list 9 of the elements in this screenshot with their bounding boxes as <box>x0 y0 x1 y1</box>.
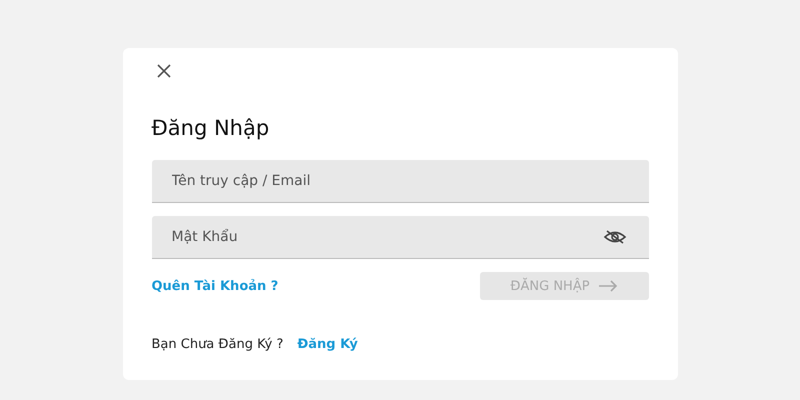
signup-prompt: Bạn Chưa Đăng Ký ? <box>152 337 284 352</box>
forgot-account-link[interactable]: Quên Tài Khoản ? <box>152 278 278 294</box>
eye-slash-icon[interactable] <box>602 230 626 244</box>
close-icon[interactable] <box>154 62 172 80</box>
signup-link[interactable]: Đăng Ký <box>297 337 358 352</box>
arrow-right-icon <box>598 280 618 292</box>
username-field[interactable]: Tên truy cập / Email <box>152 160 648 203</box>
password-field[interactable]: Mật Khẩu <box>152 216 648 259</box>
dialog-title: Đăng Nhập <box>152 116 270 140</box>
